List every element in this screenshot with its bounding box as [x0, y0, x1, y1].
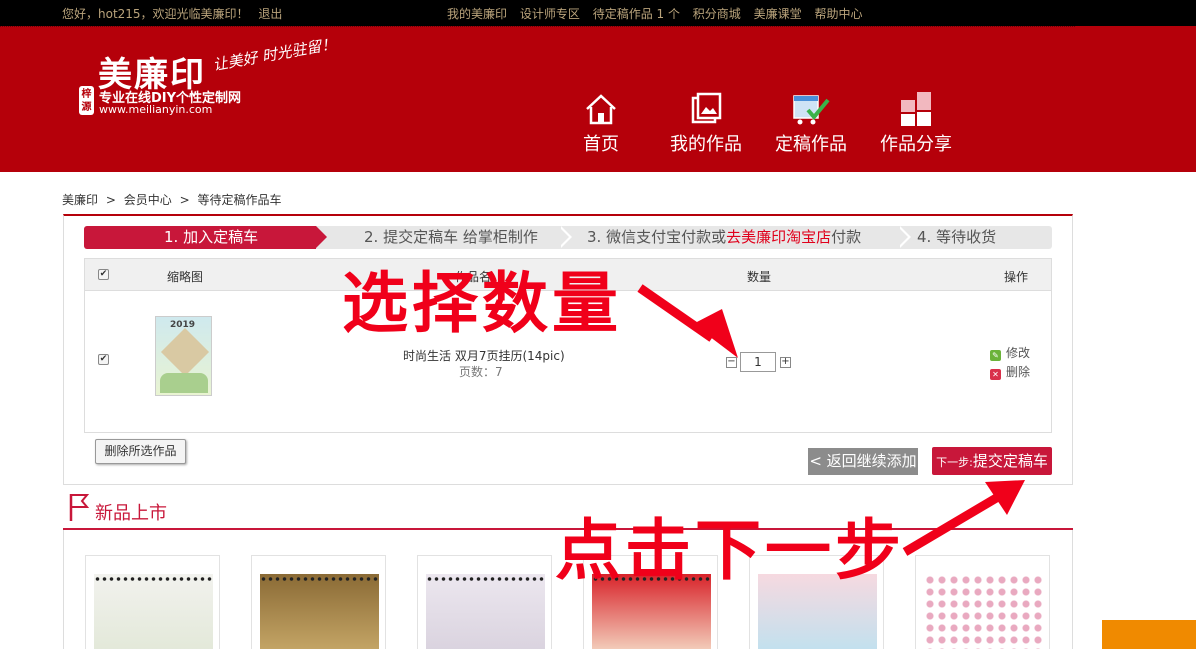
qty-input[interactable]: [740, 352, 776, 372]
delete-action[interactable]: ✕ 删除: [990, 363, 1030, 380]
greeting-area: 您好，hot215，欢迎光临美廉印！ 退出: [62, 5, 288, 22]
logout-link[interactable]: 退出: [258, 7, 282, 21]
step-arrow: [897, 226, 908, 248]
top-bar: 您好，hot215，欢迎光临美廉印！ 退出 我的美廉印 设计师专区 待定稿作品 …: [0, 0, 1196, 26]
nav-my-works-label: 我的作品: [670, 134, 742, 155]
step-4-label: 4. 等待收货: [917, 228, 997, 246]
step-2: 2. 提交定稿车 给掌柜制作: [364, 226, 538, 249]
new-products-title: 新品上市: [95, 503, 167, 524]
breadcrumb-sep: >: [179, 193, 190, 207]
product-card[interactable]: [915, 555, 1050, 649]
nav-my-works[interactable]: 我的作品: [666, 92, 746, 156]
calendar-ring: [426, 576, 545, 582]
header-thumb: 缩略图: [167, 270, 204, 284]
step-arrow: [316, 226, 327, 248]
step-1-label: 1. 加入定稿车: [164, 228, 259, 246]
next-submit-button[interactable]: 下一步:提交定稿车: [932, 447, 1052, 475]
cart-check-icon: [791, 92, 831, 126]
breadcrumb-sep: >: [105, 193, 116, 207]
edit-label: 修改: [1006, 346, 1031, 360]
top-link-points[interactable]: 积分商城: [693, 7, 741, 21]
product-image: [426, 574, 545, 649]
header-qty: 数量: [747, 270, 772, 284]
step-3-label: 3. 微信支付宝付款或: [587, 228, 727, 246]
site-header: 美廉印 让美好 时光驻留！ 梓源 专业在线DIY个性定制网 www.meilia…: [0, 26, 1196, 172]
product-image: [260, 574, 379, 649]
next-small-label: 下一步:: [936, 456, 973, 469]
delete-icon: ✕: [990, 369, 1001, 380]
nav-home-label: 首页: [583, 134, 619, 155]
product-name: 时尚生活 双月7页挂历(14pic): [403, 349, 565, 363]
product-card[interactable]: [85, 555, 220, 649]
step-3: 3. 微信支付宝付款或去美廉印淘宝店付款: [587, 226, 861, 249]
qty-decrease-button[interactable]: −: [726, 357, 737, 368]
step-3-label-end: 付款: [831, 228, 862, 246]
delete-selected-button[interactable]: 删除所选作品: [95, 439, 186, 464]
nav-final-works[interactable]: 定稿作品: [770, 92, 852, 156]
thumbnail-frame: [160, 327, 210, 377]
logo-slogan: 让美好 时光驻留！: [211, 34, 338, 75]
step-4: 4. 等待收货: [917, 226, 996, 249]
edit-icon: ✎: [990, 350, 1001, 361]
taobao-store-link[interactable]: 去美廉印淘宝店: [726, 228, 831, 246]
breadcrumb-home[interactable]: 美廉印: [62, 193, 98, 207]
floating-edit-button[interactable]: [1102, 620, 1196, 649]
breadcrumb-current: 等待定稿作品车: [197, 193, 282, 207]
product-card[interactable]: [417, 555, 552, 649]
nav-share-label: 作品分享: [880, 134, 952, 155]
logo-badge: 梓源: [79, 86, 94, 115]
next-big-label: 提交定稿车: [972, 452, 1048, 470]
thumbnail-scene: [160, 373, 208, 393]
header-ops: 操作: [1004, 270, 1029, 284]
calendar-ring: [94, 576, 213, 582]
top-links: 我的美廉印 设计师专区 待定稿作品 1 个 积分商城 美廉课堂 帮助中心: [447, 5, 871, 22]
select-all-checkbox[interactable]: ✔: [98, 269, 109, 280]
greeting-text: 您好，hot215，欢迎光临美廉印！: [62, 7, 249, 21]
top-link-class[interactable]: 美廉课堂: [754, 7, 802, 21]
product-card[interactable]: [251, 555, 386, 649]
header-divider: [0, 26, 1075, 28]
product-pages: 页数：7: [459, 365, 503, 379]
progress-steps: 1. 加入定稿车 2. 提交定稿车 给掌柜制作 3. 微信支付宝付款或去美廉印淘…: [84, 226, 1052, 249]
annotation-select-qty: 选择数量: [342, 264, 622, 342]
back-continue-button[interactable]: < 返回继续添加: [808, 448, 918, 475]
step-2-label: 2. 提交定稿车 给掌柜制作: [364, 228, 538, 246]
step-arrow: [558, 226, 569, 248]
top-link-designer[interactable]: 设计师专区: [520, 7, 580, 21]
flag-icon: [69, 494, 90, 521]
edit-action[interactable]: ✎ 修改: [990, 344, 1030, 361]
logo-url: www.meilianyin.com: [99, 103, 213, 116]
top-link-pending[interactable]: 待定稿作品 1 个: [593, 7, 680, 21]
picture-icon: [689, 92, 723, 126]
home-icon: [584, 92, 618, 126]
product-image: [94, 574, 213, 649]
nav-final-works-label: 定稿作品: [775, 134, 847, 155]
product-image: [924, 574, 1043, 649]
row-checkbox[interactable]: ✔: [98, 354, 109, 365]
step-1: 1. 加入定稿车: [84, 226, 316, 249]
product-thumbnail[interactable]: 2019: [155, 316, 212, 396]
nav-share[interactable]: 作品分享: [875, 92, 957, 156]
grid-icon: [899, 92, 933, 126]
qty-increase-button[interactable]: +: [780, 357, 791, 368]
calendar-ring: [260, 576, 379, 582]
breadcrumb-member[interactable]: 会员中心: [124, 193, 172, 207]
top-link-my[interactable]: 我的美廉印: [447, 7, 507, 21]
annotation-click-next: 点击下一步: [555, 511, 905, 589]
top-link-help[interactable]: 帮助中心: [814, 7, 862, 21]
nav-home[interactable]: 首页: [575, 92, 627, 156]
breadcrumb: 美廉印 > 会员中心 > 等待定稿作品车: [62, 191, 285, 208]
delete-label: 删除: [1006, 365, 1031, 379]
